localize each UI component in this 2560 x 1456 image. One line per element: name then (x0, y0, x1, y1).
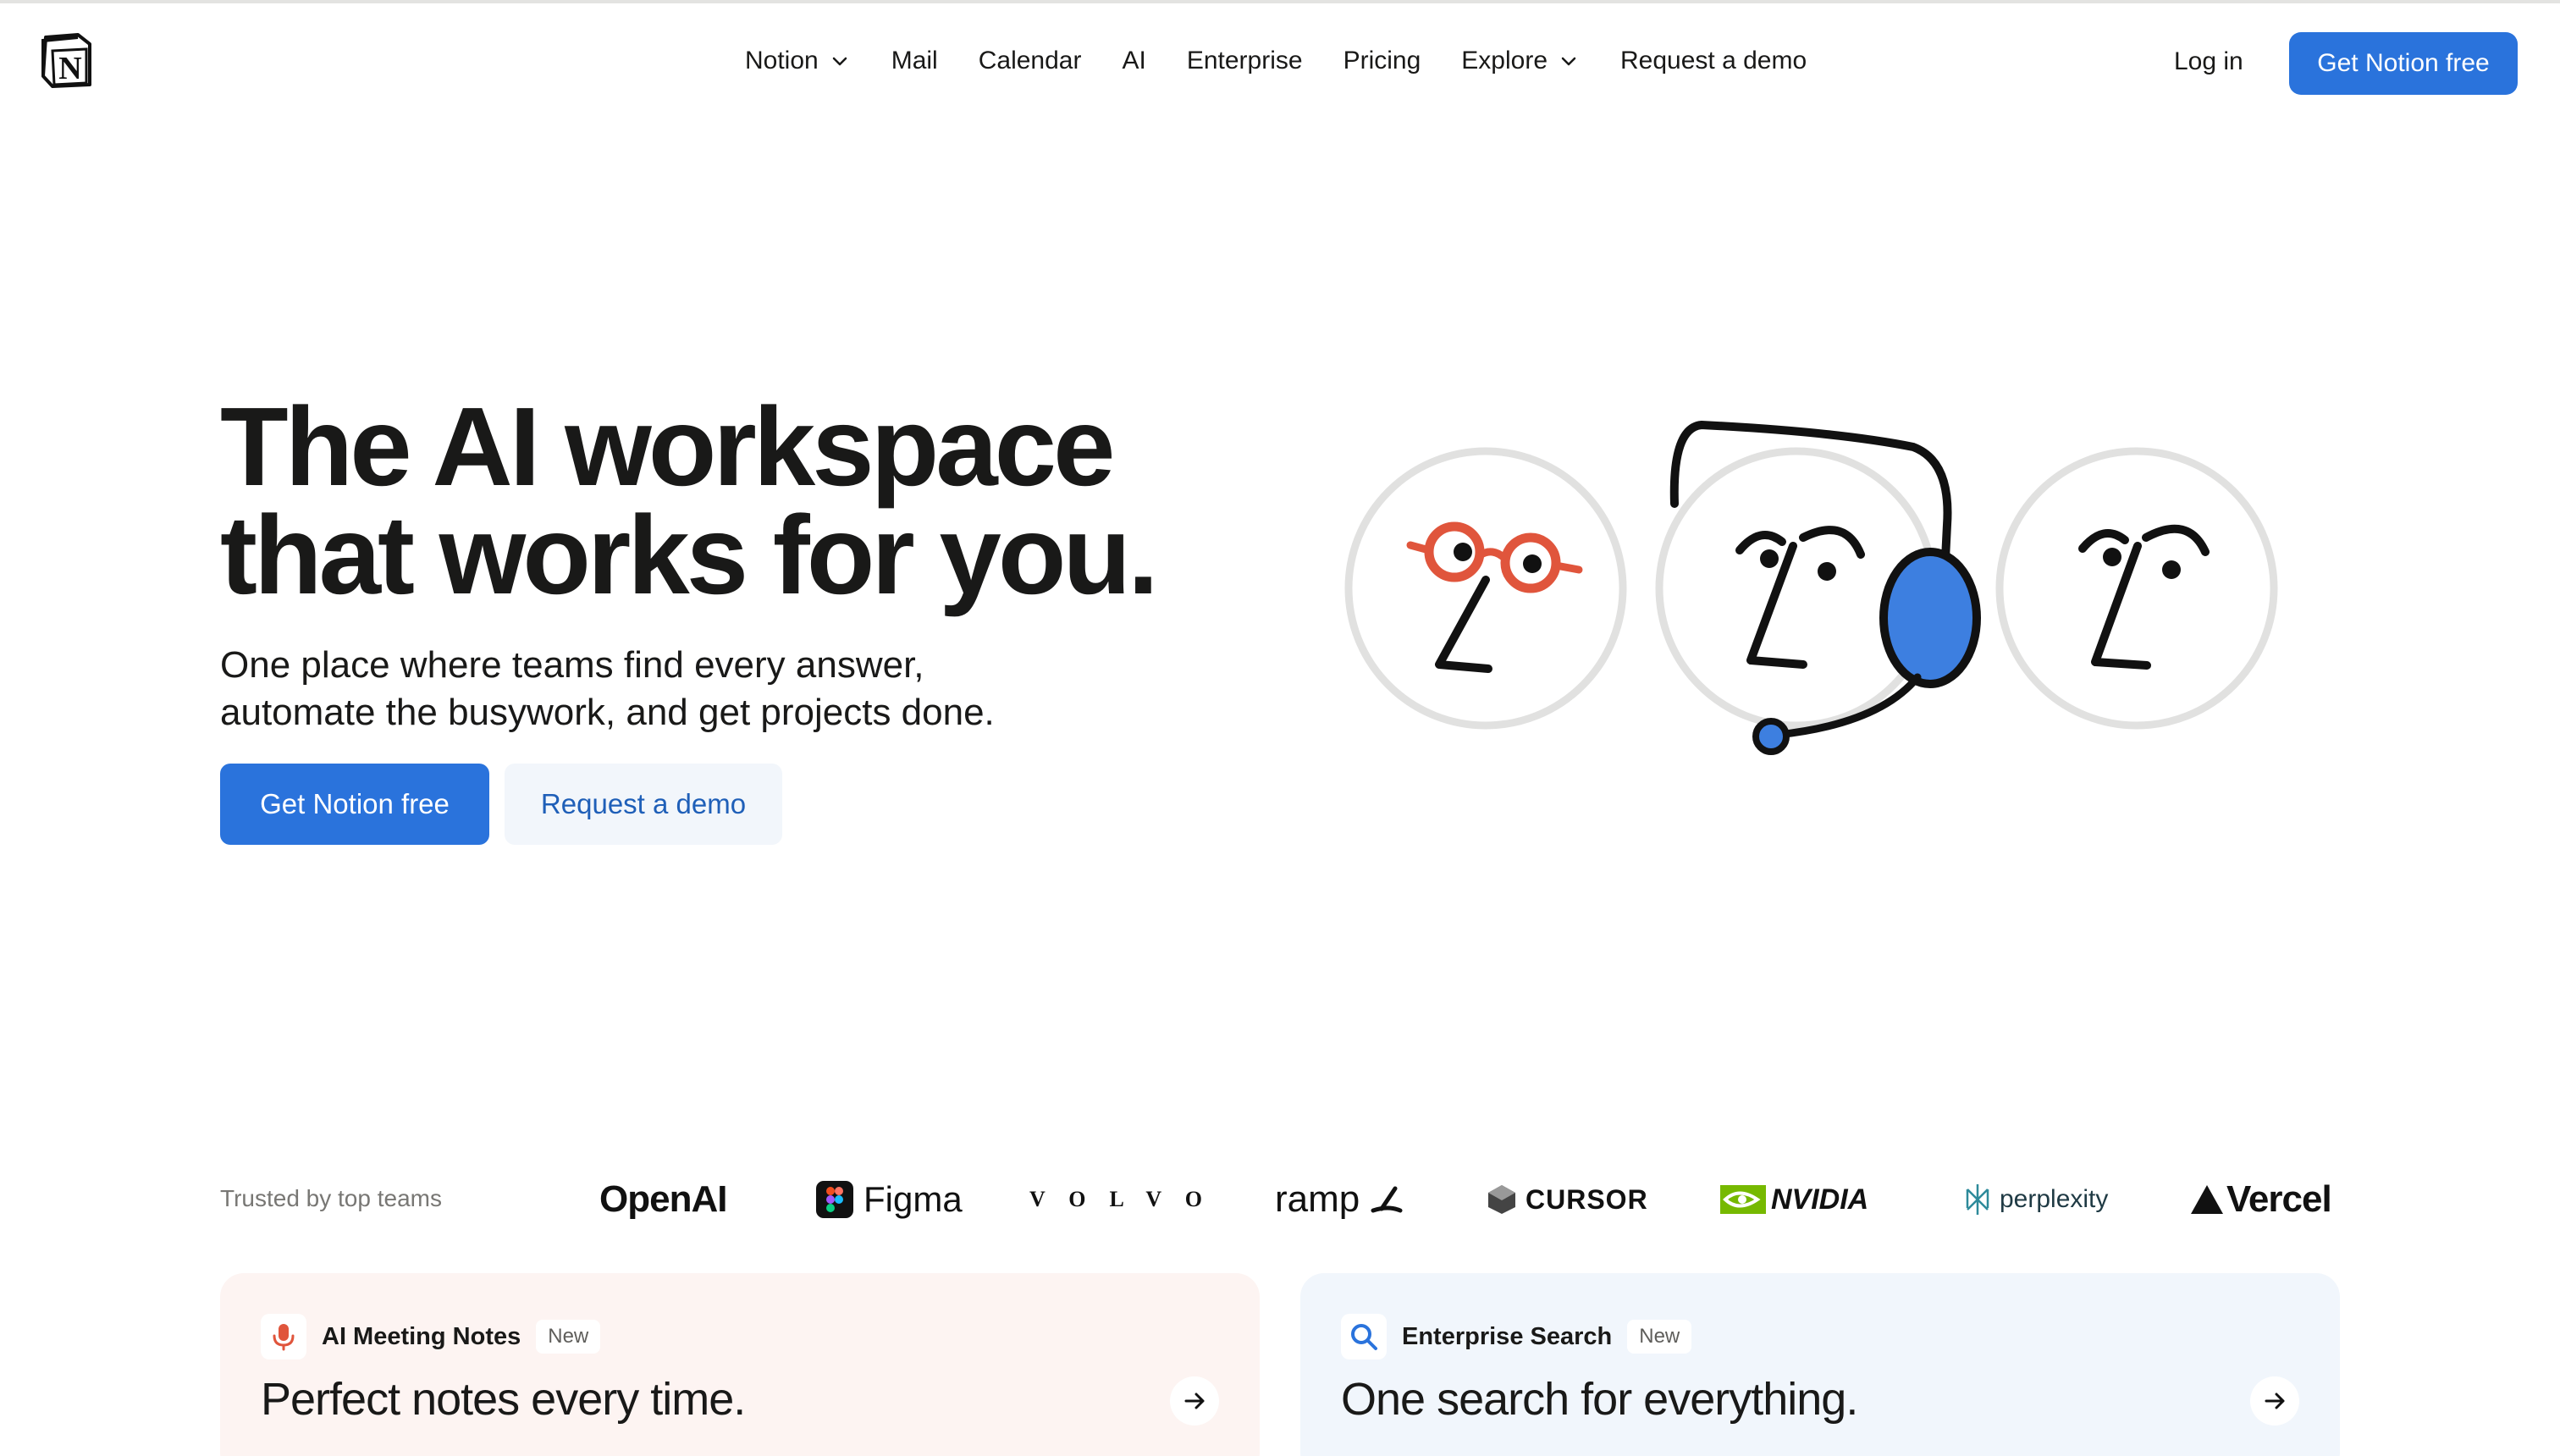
nav-label: Notion (745, 47, 819, 74)
search-icon (1341, 1314, 1387, 1359)
customer-logos: OpenAI Figma VOLVO ramp CURSOR NVIDIA pe… (593, 1161, 2340, 1238)
login-link[interactable]: Log in (2174, 47, 2243, 76)
figma-icon (816, 1181, 853, 1218)
arrow-right-icon[interactable] (1170, 1376, 1219, 1426)
figma-logo: Figma (816, 1161, 963, 1238)
vercel-triangle-icon (2191, 1185, 2223, 1214)
perplexity-icon (1966, 1184, 1989, 1215)
perplexity-logo: perplexity (1964, 1161, 2108, 1238)
face-with-glasses-icon (1344, 447, 1627, 730)
nav-item-calendar[interactable]: Calendar (979, 47, 1082, 75)
microphone-icon (261, 1314, 306, 1359)
brand-name: VOLVO (1029, 1187, 1226, 1211)
card-tag-row: Enterprise Search New (1341, 1314, 1692, 1359)
nvidia-logo: NVIDIA (1720, 1161, 1868, 1238)
card-title: Perfect notes every time. (261, 1374, 746, 1425)
brand-name: Figma (863, 1179, 963, 1219)
card-title: One search for everything. (1341, 1374, 1858, 1425)
nav-item-enterprise[interactable]: Enterprise (1187, 47, 1303, 75)
arrow-right-icon[interactable] (2250, 1376, 2299, 1426)
cursor-logo: CURSOR (1487, 1161, 1648, 1238)
cursor-cube-icon (1488, 1185, 1515, 1214)
nav-item-pricing[interactable]: Pricing (1343, 47, 1421, 75)
ramp-logo: ramp (1275, 1161, 1404, 1238)
svg-text:N: N (58, 51, 81, 86)
hero-subtitle: One place where teams find every answer,… (220, 642, 1151, 736)
nav-label: Mail (891, 47, 938, 74)
card-tag-row: AI Meeting Notes New (261, 1314, 601, 1359)
header-get-notion-button[interactable]: Get Notion free (2289, 32, 2518, 95)
nav-item-ai[interactable]: AI (1122, 47, 1145, 75)
nav-item-notion[interactable]: Notion (745, 47, 851, 75)
hero-get-notion-button[interactable]: Get Notion free (220, 764, 489, 845)
hero-title-line: The AI workspace (220, 384, 1116, 509)
new-badge: New (1627, 1320, 1692, 1354)
trusted-label: Trusted by top teams (220, 1185, 442, 1211)
nav-item-explore[interactable]: Explore (1461, 47, 1580, 75)
feature-card-enterprise-search[interactable]: Enterprise Search New One search for eve… (1300, 1273, 2340, 1456)
ramp-mark-icon (1371, 1186, 1403, 1213)
brand-name: NVIDIA (1771, 1183, 1869, 1216)
hero-subtitle-line: One place where teams find every answer, (220, 644, 924, 686)
chevron-down-icon (1561, 57, 1576, 66)
nav-label: Request a demo (1620, 47, 1807, 74)
face-with-headset-icon (1655, 420, 1981, 755)
brand-name: Vercel (2226, 1178, 2332, 1220)
volvo-logo: VOLVO (1029, 1161, 1226, 1238)
hero-title-line: that works for you. (220, 493, 1159, 617)
nav-item-mail[interactable]: Mail (891, 47, 938, 75)
notion-logo[interactable]: N (41, 32, 93, 88)
nav-label: Calendar (978, 47, 1082, 74)
nav-label: Pricing (1343, 47, 1421, 74)
brand-name: OpenAI (599, 1178, 727, 1220)
openai-logo: OpenAI (599, 1161, 727, 1238)
hero-request-demo-button[interactable]: Request a demo (505, 764, 782, 845)
nav-label: Explore (1461, 47, 1548, 74)
vercel-logo: Vercel (2189, 1161, 2332, 1238)
nvidia-eye-icon (1720, 1185, 1766, 1214)
feature-card-meeting-notes[interactable]: AI Meeting Notes New Perfect notes every… (220, 1273, 1260, 1456)
hero-subtitle-line: automate the busywork, and get projects … (220, 692, 995, 733)
card-tag-label: AI Meeting Notes (322, 1322, 521, 1350)
main-nav: Notion Mail Calendar AI Enterprise Prici… (745, 41, 1807, 81)
nav-item-request-demo[interactable]: Request a demo (1620, 47, 1807, 75)
chevron-down-icon (832, 57, 847, 66)
card-tag-label: Enterprise Search (1402, 1322, 1613, 1350)
brand-name: CURSOR (1526, 1183, 1648, 1215)
brand-name: perplexity (2000, 1185, 2109, 1213)
nav-label: Enterprise (1186, 47, 1303, 74)
nav-label: AI (1122, 47, 1146, 74)
hero-title: The AI workspace that works for you. (220, 384, 1236, 617)
new-badge: New (536, 1320, 601, 1354)
hero-faces-illustration (1344, 420, 2278, 755)
face-plain-icon (1995, 447, 2278, 730)
site-header: N Notion Mail Calendar AI Enterprise Pri… (0, 3, 2560, 119)
brand-name: ramp (1275, 1178, 1360, 1220)
